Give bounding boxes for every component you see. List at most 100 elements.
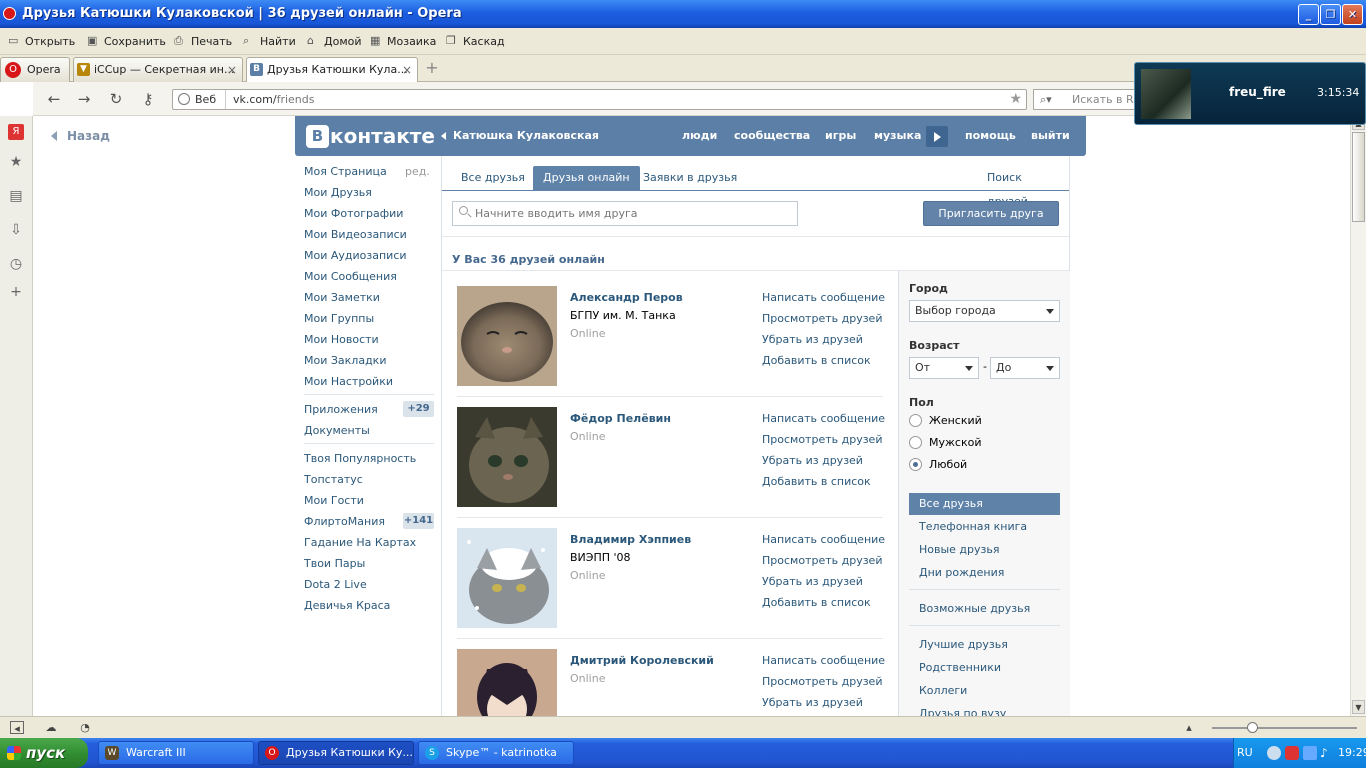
menu-my-bookmarks[interactable]: Мои Закладки bbox=[304, 354, 386, 367]
list-possible-friends[interactable]: Возможные друзья bbox=[909, 598, 1060, 620]
tray-expand-icon[interactable] bbox=[1267, 746, 1281, 760]
page-scrollbar[interactable]: ▲ ▼ bbox=[1350, 116, 1366, 716]
maximize-button[interactable]: ❐ bbox=[1320, 4, 1341, 25]
add-to-list-link[interactable]: Добавить в список bbox=[762, 596, 871, 609]
nav-help[interactable]: помощь bbox=[965, 129, 1016, 142]
remove-friend-link[interactable]: Убрать из друзей bbox=[762, 333, 863, 346]
age-from-select[interactable]: От bbox=[909, 357, 979, 379]
friend-name[interactable]: Фёдор Пелёвин bbox=[570, 412, 671, 425]
zoom-up-icon[interactable]: ▴ bbox=[1182, 721, 1196, 734]
menu-app-topstatus[interactable]: Топстатус bbox=[304, 473, 363, 486]
friend-name[interactable]: Александр Перов bbox=[570, 291, 683, 304]
start-button[interactable]: пуск bbox=[0, 738, 88, 768]
volume-icon[interactable]: ♪ bbox=[1320, 746, 1332, 760]
send-message-link[interactable]: Написать сообщение bbox=[762, 291, 885, 304]
tray-app-icon[interactable] bbox=[1285, 746, 1299, 760]
city-select[interactable]: Выбор города bbox=[909, 300, 1060, 322]
radio-any-label[interactable]: Любой bbox=[929, 458, 967, 471]
tray-network-icon[interactable] bbox=[1303, 746, 1317, 760]
add-panel-icon[interactable]: + bbox=[8, 284, 24, 300]
list-phone-book[interactable]: Телефонная книга bbox=[909, 516, 1060, 538]
yandex-icon[interactable]: Я bbox=[8, 124, 24, 140]
close-tab-icon[interactable]: × bbox=[402, 58, 412, 82]
tab-vk-friends[interactable]: В Друзья Катюшки Кула... × bbox=[246, 57, 418, 83]
list-birthdays[interactable]: Дни рождения bbox=[909, 562, 1060, 584]
list-new-friends[interactable]: Новые друзья bbox=[909, 539, 1060, 561]
list-relatives[interactable]: Родственники bbox=[909, 657, 1060, 679]
radio-male-label[interactable]: Мужской bbox=[929, 436, 981, 449]
remove-friend-link[interactable]: Убрать из друзей bbox=[762, 454, 863, 467]
view-friends-link[interactable]: Просмотреть друзей bbox=[762, 433, 882, 446]
list-university-friends[interactable]: Друзья по вузу bbox=[909, 703, 1060, 716]
send-message-link[interactable]: Написать сообщение bbox=[762, 533, 885, 546]
current-user-link[interactable]: Катюшка Кулаковская bbox=[441, 129, 599, 142]
scroll-thumb[interactable] bbox=[1352, 132, 1365, 222]
print-button[interactable]: ⎙ Печать bbox=[174, 35, 232, 49]
menu-app-beauty[interactable]: Девичья Краса bbox=[304, 599, 390, 612]
invite-friend-button[interactable]: Пригласить друга bbox=[923, 201, 1059, 226]
panel-toggle-icon[interactable]: ◂ bbox=[10, 721, 24, 735]
zoom-slider-handle[interactable] bbox=[1247, 722, 1258, 733]
list-best-friends[interactable]: Лучшие друзья bbox=[909, 634, 1060, 656]
list-colleagues[interactable]: Коллеги bbox=[909, 680, 1060, 702]
save-button[interactable]: ▣ Сохранить bbox=[87, 35, 166, 49]
url-field[interactable]: Веб vk.com/friends ★ bbox=[172, 89, 1027, 110]
menu-app-dota[interactable]: Dota 2 Live bbox=[304, 578, 367, 591]
taskbar-opera[interactable]: O Друзья Катюшки Ку... bbox=[258, 741, 414, 765]
friend-search-input[interactable]: Начните вводить имя друга bbox=[452, 201, 798, 226]
flirt-count-badge[interactable]: +141 bbox=[403, 513, 434, 529]
key-icon[interactable]: ⚷ bbox=[137, 90, 159, 108]
view-friends-link[interactable]: Просмотреть друзей bbox=[762, 312, 882, 325]
send-message-link[interactable]: Написать сообщение bbox=[762, 412, 885, 425]
find-button[interactable]: ⌕ Найти bbox=[243, 35, 296, 49]
url-text[interactable]: vk.com/friends bbox=[233, 90, 314, 109]
menu-my-friends[interactable]: Мои Друзья bbox=[304, 186, 372, 199]
remove-friend-link[interactable]: Убрать из друзей bbox=[762, 575, 863, 588]
menu-my-photos[interactable]: Мои Фотографии bbox=[304, 207, 403, 220]
friend-avatar[interactable] bbox=[457, 649, 557, 716]
send-message-link[interactable]: Написать сообщение bbox=[762, 654, 885, 667]
minimize-button[interactable]: _ bbox=[1298, 4, 1319, 25]
home-button[interactable]: ⌂ Домой bbox=[307, 35, 362, 49]
search-field[interactable]: ⌕▾ Искать в Ra bbox=[1033, 89, 1143, 110]
nav-games[interactable]: игры bbox=[825, 129, 856, 142]
menu-my-videos[interactable]: Мои Видеозаписи bbox=[304, 228, 407, 241]
close-tab-icon[interactable]: × bbox=[227, 58, 237, 82]
menu-my-groups[interactable]: Мои Группы bbox=[304, 312, 374, 325]
radio-any[interactable] bbox=[909, 458, 922, 471]
tab-iccup[interactable]: ▼ iCCup — Секретная ин... × bbox=[73, 57, 243, 82]
taskbar-warcraft[interactable]: W Warcraft III bbox=[98, 741, 254, 765]
tab-all-friends[interactable]: Все друзья bbox=[451, 166, 535, 190]
scroll-down-icon[interactable]: ▼ bbox=[1352, 700, 1365, 714]
tab-online-friends[interactable]: Друзья онлайн bbox=[533, 166, 640, 190]
back-link[interactable]: Назад bbox=[51, 129, 110, 143]
nav-people[interactable]: люди bbox=[682, 129, 717, 142]
list-all-friends[interactable]: Все друзья bbox=[909, 493, 1060, 515]
cascade-button[interactable]: ❐ Каскад bbox=[446, 35, 505, 49]
menu-my-audio[interactable]: Мои Аудиозаписи bbox=[304, 249, 407, 262]
zoom-slider[interactable] bbox=[1212, 727, 1357, 729]
bookmark-star-icon[interactable]: ★ bbox=[1009, 90, 1022, 109]
view-friends-link[interactable]: Просмотреть друзей bbox=[762, 675, 882, 688]
radio-male[interactable] bbox=[909, 436, 922, 449]
back-arrow-icon[interactable]: ← bbox=[45, 90, 63, 108]
history-clock-icon[interactable]: ◷ bbox=[8, 256, 24, 272]
menu-my-settings[interactable]: Мои Настройки bbox=[304, 375, 393, 388]
notes-icon[interactable]: ▤ bbox=[8, 188, 24, 204]
age-to-select[interactable]: До bbox=[990, 357, 1060, 379]
menu-my-page[interactable]: Моя Страница bbox=[304, 165, 387, 178]
new-tab-icon[interactable]: + bbox=[424, 60, 440, 76]
menu-my-news[interactable]: Мои Новости bbox=[304, 333, 379, 346]
radio-female[interactable] bbox=[909, 414, 922, 427]
nav-logout[interactable]: выйти bbox=[1031, 129, 1070, 142]
vk-logo[interactable]: Вконтакте bbox=[306, 124, 435, 148]
view-friends-link[interactable]: Просмотреть друзей bbox=[762, 554, 882, 567]
tile-button[interactable]: ▦ Мозаика bbox=[370, 35, 436, 49]
downloads-icon[interactable]: ⇩ bbox=[8, 222, 24, 238]
language-indicator[interactable]: RU bbox=[1237, 738, 1253, 768]
cloud-icon[interactable]: ☁ bbox=[44, 721, 58, 734]
friend-name[interactable]: Дмитрий Королевский bbox=[570, 654, 714, 667]
skype-notification[interactable]: freu_fire 3:15:34 bbox=[1134, 62, 1366, 125]
add-to-list-link[interactable]: Добавить в список bbox=[762, 354, 871, 367]
friend-avatar[interactable] bbox=[457, 407, 557, 507]
